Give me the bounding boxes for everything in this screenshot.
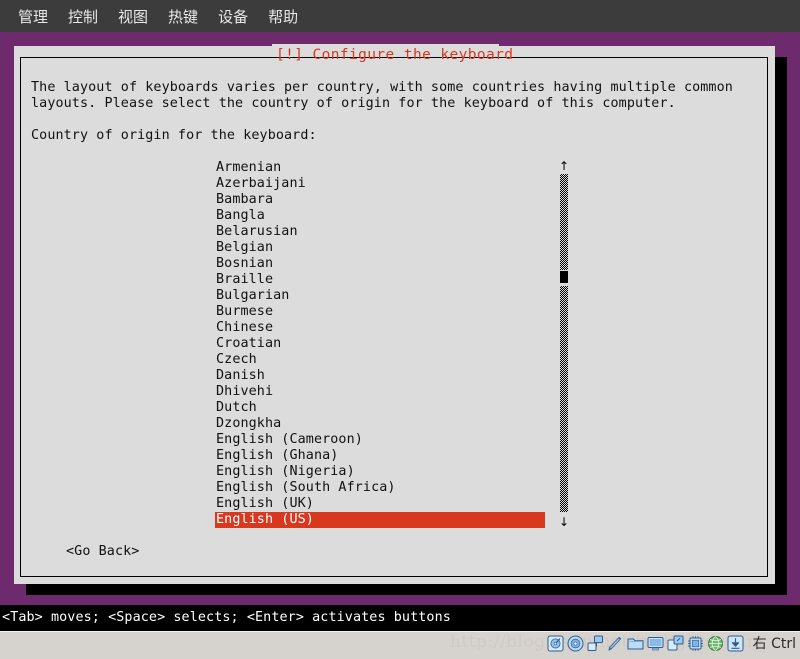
- menu-manage[interactable]: 管理: [8, 4, 58, 29]
- scrollbar-thumb[interactable]: [560, 271, 568, 283]
- country-list-item[interactable]: Belarusian: [215, 224, 545, 240]
- host-key-label: 右 Ctrl: [753, 633, 796, 653]
- menu-hotkey[interactable]: 热键: [158, 4, 208, 29]
- menu-view[interactable]: 视图: [108, 4, 158, 29]
- country-list-item[interactable]: Bambara: [215, 192, 545, 208]
- country-list-item[interactable]: Azerbaijani: [215, 176, 545, 192]
- country-list-item[interactable]: Chinese: [215, 320, 545, 336]
- country-list-item[interactable]: Dzongkha: [215, 416, 545, 432]
- country-list-item[interactable]: Dhivehi: [215, 384, 545, 400]
- country-list-item[interactable]: Croatian: [215, 336, 545, 352]
- country-list-item[interactable]: Bulgarian: [215, 288, 545, 304]
- country-list-item[interactable]: Belgian: [215, 240, 545, 256]
- keyboard-help-bar: <Tab> moves; <Space> selects; <Enter> ac…: [0, 605, 800, 631]
- menu-device[interactable]: 设备: [208, 4, 258, 29]
- country-list-item[interactable]: English (Ghana): [215, 448, 545, 464]
- network-icon[interactable]: [587, 635, 604, 652]
- country-list-item[interactable]: English (South Africa): [215, 480, 545, 496]
- list-scrollbar[interactable]: ↑ ↓: [557, 160, 571, 528]
- folder-icon[interactable]: [627, 635, 644, 652]
- network-adapter-icon[interactable]: [667, 635, 684, 652]
- country-list-item[interactable]: Dutch: [215, 400, 545, 416]
- menu-control[interactable]: 控制: [58, 4, 108, 29]
- dialog-prompt-label: Country of origin for the keyboard:: [31, 128, 317, 143]
- display-icon[interactable]: [647, 635, 664, 652]
- scroll-down-arrow-icon[interactable]: ↓: [557, 516, 571, 528]
- country-list[interactable]: ArmenianAzerbaijaniBambaraBanglaBelarusi…: [215, 160, 545, 528]
- go-back-button[interactable]: <Go Back>: [66, 544, 139, 559]
- country-list-item[interactable]: Bangla: [215, 208, 545, 224]
- processor-icon[interactable]: [687, 635, 704, 652]
- menu-bar: 管理 控制 视图 热键 设备 帮助: [0, 0, 800, 32]
- country-list-item[interactable]: Czech: [215, 352, 545, 368]
- dialog-title: [!] Configure the keyboard: [276, 47, 496, 63]
- download-icon[interactable]: [727, 635, 744, 652]
- country-list-item[interactable]: Braille: [215, 272, 545, 288]
- country-list-item[interactable]: English (UK): [215, 496, 545, 512]
- country-list-item[interactable]: Armenian: [215, 160, 545, 176]
- cdrom-icon[interactable]: [567, 635, 584, 652]
- menu-help[interactable]: 帮助: [258, 4, 308, 29]
- globe-icon[interactable]: [707, 635, 724, 652]
- scroll-up-arrow-icon[interactable]: ↑: [557, 160, 571, 172]
- country-list-item[interactable]: English (Cameroon): [215, 432, 545, 448]
- country-list-item[interactable]: Bosnian: [215, 256, 545, 272]
- country-list-item[interactable]: Danish: [215, 368, 545, 384]
- status-icon-tray: 右 Ctrl: [547, 633, 796, 653]
- dialog-description: The layout of keyboards varies per count…: [31, 80, 751, 112]
- country-list-item[interactable]: English (US): [215, 512, 545, 528]
- scrollbar-track-lower[interactable]: [560, 286, 568, 512]
- usb-icon[interactable]: [607, 635, 624, 652]
- scrollbar-track-upper[interactable]: [560, 174, 568, 270]
- harddisk-icon[interactable]: [547, 635, 564, 652]
- country-list-item[interactable]: English (Nigeria): [215, 464, 545, 480]
- country-list-item[interactable]: Burmese: [215, 304, 545, 320]
- vmware-console-screen: 管理 控制 视图 热键 设备 帮助 [!] Configure the keyb…: [0, 0, 800, 659]
